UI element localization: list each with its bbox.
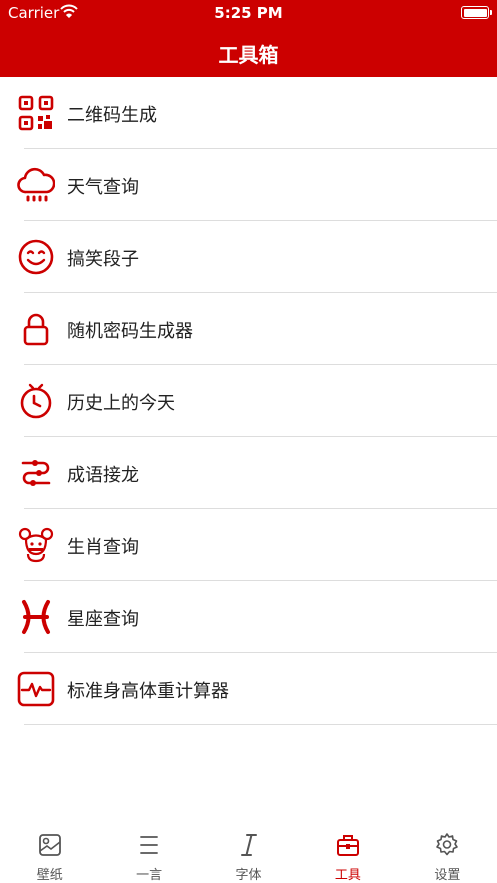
tool-list: 二维码生成 天气查询 搞笑段子 随机密码生成器 历史上的今天 成语接龙 生肖查询… — [0, 77, 497, 725]
navigation-bar: 工具箱 — [0, 25, 497, 77]
cloud-rain-icon — [17, 166, 55, 204]
mouse-zodiac-icon — [17, 526, 55, 564]
battery-icon — [461, 6, 492, 19]
tool-label: 星座查询 — [67, 609, 139, 630]
tool-label: 成语接龙 — [67, 465, 139, 486]
wallpaper-icon — [37, 832, 63, 858]
divider — [24, 724, 497, 725]
tool-item-today-in-history[interactable]: 历史上的今天 — [0, 365, 497, 437]
tab-label: 一言 — [136, 868, 163, 883]
clock-icon — [17, 382, 55, 420]
pulse-monitor-icon — [17, 670, 55, 708]
tool-item-idiom-chain[interactable]: 成语接龙 — [0, 437, 497, 509]
tab-settings[interactable]: 设置 — [398, 826, 497, 883]
route-icon — [17, 454, 55, 492]
qr-code-icon — [17, 94, 55, 132]
tool-item-zodiac[interactable]: 生肖查询 — [0, 509, 497, 581]
tool-item-weather[interactable]: 天气查询 — [0, 149, 497, 221]
tab-sentence[interactable]: 一言 — [99, 826, 198, 883]
tab-tools[interactable]: 工具 — [298, 826, 397, 883]
tool-item-jokes[interactable]: 搞笑段子 — [0, 221, 497, 293]
status-bar: Carrier 5:25 PM — [0, 0, 497, 25]
tab-label: 壁纸 — [36, 868, 63, 883]
tool-label: 生肖查询 — [67, 537, 139, 558]
tab-label: 设置 — [434, 868, 461, 883]
tool-label: 二维码生成 — [67, 105, 157, 126]
tool-label: 天气查询 — [67, 177, 139, 198]
tab-label: 工具 — [334, 868, 361, 883]
status-time: 5:25 PM — [214, 4, 283, 22]
font-italic-icon — [236, 832, 262, 858]
tool-item-bmi-calculator[interactable]: 标准身高体重计算器 — [0, 653, 497, 725]
smiley-icon — [17, 238, 55, 276]
tab-label: 字体 — [235, 868, 262, 883]
lock-icon — [17, 310, 55, 348]
tool-label: 搞笑段子 — [67, 249, 139, 270]
tool-item-password-generator[interactable]: 随机密码生成器 — [0, 293, 497, 365]
page-title: 工具箱 — [218, 43, 279, 67]
tool-item-qr-code[interactable]: 二维码生成 — [0, 77, 497, 149]
tab-font[interactable]: 字体 — [199, 826, 298, 883]
toolbox-icon — [335, 832, 361, 858]
pisces-icon — [17, 598, 55, 636]
sentence-icon — [136, 832, 162, 858]
tab-bar: 壁纸 一言 字体 工具 设置 — [0, 826, 497, 883]
tool-item-constellation[interactable]: 星座查询 — [0, 581, 497, 653]
tool-label: 随机密码生成器 — [67, 321, 193, 342]
tab-wallpaper[interactable]: 壁纸 — [0, 826, 99, 883]
gear-icon — [434, 832, 460, 858]
tool-label: 标准身高体重计算器 — [67, 681, 229, 702]
tool-label: 历史上的今天 — [67, 393, 175, 414]
